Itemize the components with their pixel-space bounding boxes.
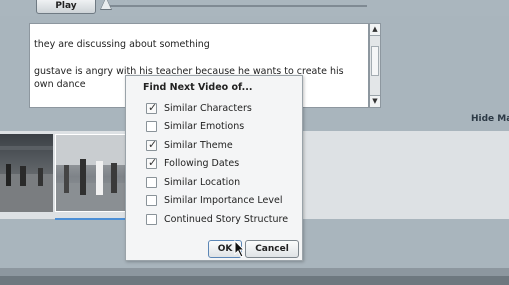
scroll-down-icon[interactable]: ▼ [370, 95, 380, 107]
hide-map-link[interactable]: Hide Ma [471, 114, 509, 124]
option-similar-emotions[interactable]: Similar Emotions [146, 121, 296, 135]
option-label: Similar Importance Level [164, 195, 283, 206]
find-next-video-dialog: Find Next Video of... ✓ Similar Characte… [125, 75, 303, 261]
option-similar-theme[interactable]: ✓ Similar Theme [146, 138, 296, 154]
checkbox[interactable] [146, 121, 157, 132]
bottom-panel-edge [0, 276, 509, 285]
checkmark-icon: ✓ [148, 138, 158, 151]
notes-line: they are discussing about something [34, 39, 210, 50]
option-label: Similar Characters [164, 103, 252, 114]
option-label: Similar Theme [164, 140, 233, 151]
notes-scrollbar[interactable]: ▲ ▼ [369, 23, 381, 108]
option-similar-importance-level[interactable]: Similar Importance Level [146, 195, 296, 209]
notes-line: own dance [34, 79, 86, 90]
video-thumbnail[interactable] [0, 134, 53, 212]
checkmark-icon: ✓ [148, 156, 158, 169]
checkmark-icon: ✓ [148, 101, 158, 114]
option-label: Similar Location [164, 177, 241, 188]
checkbox[interactable] [146, 177, 157, 188]
play-button[interactable]: Play [36, 0, 96, 14]
video-thumbnail-selected[interactable] [55, 134, 130, 212]
scroll-up-icon[interactable]: ▲ [370, 24, 380, 36]
checkbox[interactable]: ✓ [146, 138, 158, 151]
video-thumbnail-image [0, 146, 53, 212]
scrollbar-thumb[interactable] [371, 46, 379, 76]
dialog-title: Find Next Video of... [143, 82, 253, 93]
option-label: Following Dates [164, 158, 240, 169]
checkbox[interactable]: ✓ [146, 101, 158, 114]
cancel-button[interactable]: Cancel [245, 240, 299, 258]
video-thumbnail-image [56, 135, 129, 211]
selection-indicator [55, 218, 130, 220]
toolbar: Play [0, 0, 509, 16]
option-similar-characters[interactable]: ✓ Similar Characters [146, 101, 296, 117]
seek-slider-track[interactable] [105, 5, 367, 7]
option-label: Continued Story Structure [164, 214, 289, 225]
mouse-cursor-icon [234, 240, 246, 258]
option-label: Similar Emotions [164, 121, 245, 132]
checkbox[interactable]: ✓ [146, 156, 158, 169]
option-continued-story-structure[interactable]: Continued Story Structure [146, 214, 296, 228]
checkbox[interactable] [146, 214, 157, 225]
option-following-dates[interactable]: ✓ Following Dates [146, 156, 296, 172]
seek-slider-thumb[interactable] [101, 0, 111, 9]
option-similar-location[interactable]: Similar Location [146, 177, 296, 191]
checkbox[interactable] [146, 195, 157, 206]
